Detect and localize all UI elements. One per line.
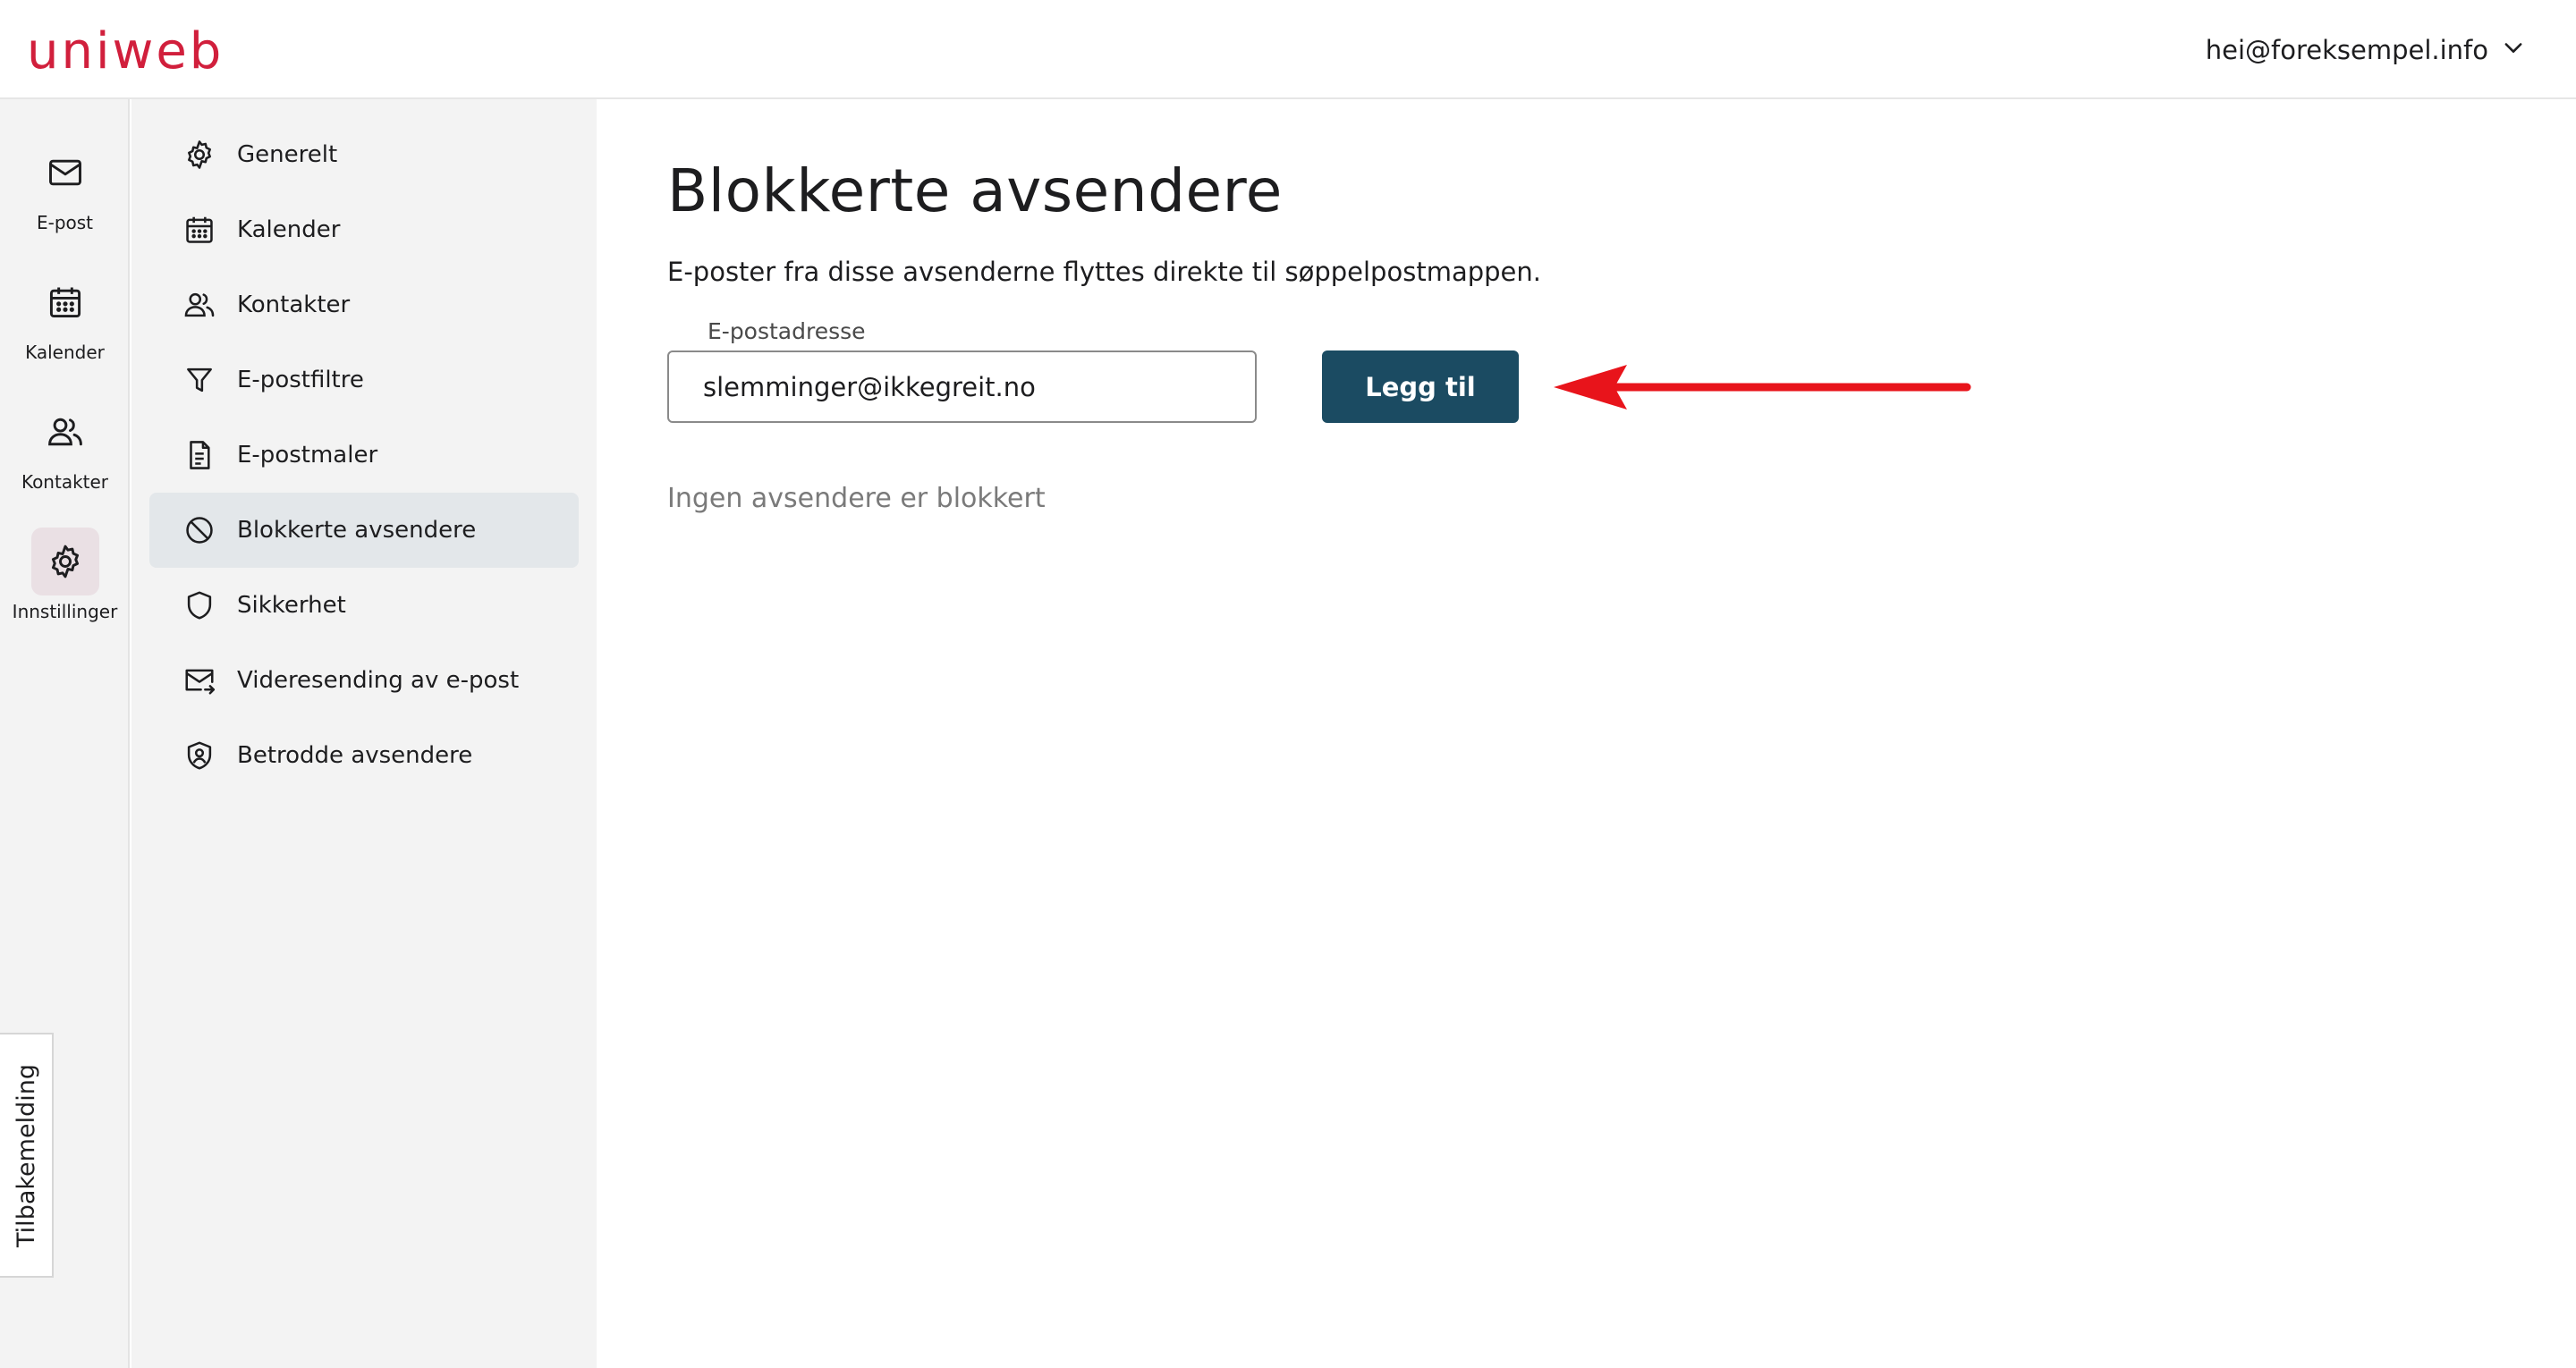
- rail-item-contacts[interactable]: Kontakter: [0, 389, 130, 514]
- nav-item-label: Videresending av e-post: [237, 667, 520, 694]
- top-bar: uniweb hei@foreksempel.info: [0, 0, 2576, 99]
- empty-state-message: Ingen avsendere er blokkert: [667, 483, 1046, 514]
- block-icon: [182, 512, 217, 548]
- uniweb-logo[interactable]: uniweb: [27, 20, 224, 84]
- nav-item-email-filters[interactable]: E-postfiltre: [149, 342, 579, 418]
- nav-item-label: Kontakter: [237, 291, 351, 318]
- main-content: Blokkerte avsendere E-poster fra disse a…: [597, 99, 2576, 1368]
- nav-item-label: Sikkerhet: [237, 592, 346, 619]
- nav-item-email-forwarding[interactable]: Videresending av e-post: [149, 643, 579, 718]
- contacts-icon: [31, 398, 99, 466]
- calendar-icon: [182, 212, 217, 248]
- chevron-down-icon: [2501, 35, 2526, 66]
- nav-item-label: E-postmaler: [237, 442, 378, 469]
- gear-icon: [182, 137, 217, 173]
- annotation-arrow-icon: [1554, 365, 1971, 410]
- filter-icon: [182, 362, 217, 398]
- page-title: Blokkerte avsendere: [667, 156, 1283, 225]
- feedback-label: Tilbakemelding: [12, 1063, 40, 1247]
- email-field-label: E-postadresse: [702, 318, 871, 344]
- calendar-icon: [31, 268, 99, 336]
- contacts-icon: [182, 287, 217, 323]
- rail-item-settings[interactable]: Innstillinger: [0, 519, 130, 644]
- nav-item-label: E-postfiltre: [237, 367, 364, 393]
- rail-item-label: E-post: [36, 212, 94, 233]
- nav-item-contacts[interactable]: Kontakter: [149, 267, 579, 342]
- nav-item-blocked-senders[interactable]: Blokkerte avsendere: [149, 493, 579, 568]
- nav-item-trusted-senders[interactable]: Betrodde avsendere: [149, 718, 579, 793]
- mail-icon: [31, 139, 99, 207]
- account-menu[interactable]: hei@foreksempel.info: [2206, 27, 2526, 73]
- nav-item-security[interactable]: Sikkerhet: [149, 568, 579, 643]
- shield-user-icon: [182, 738, 217, 773]
- rail-item-label: Innstillinger: [12, 601, 118, 622]
- document-icon: [182, 437, 217, 473]
- nav-item-label: Blokkerte avsendere: [237, 517, 477, 544]
- nav-item-email-templates[interactable]: E-postmaler: [149, 418, 579, 493]
- settings-sidebar: Generelt Kalender Kontakter E-postfiltre…: [131, 99, 597, 1368]
- rail-item-email[interactable]: E-post: [0, 130, 130, 255]
- rail-item-label: Kontakter: [21, 471, 109, 493]
- add-button[interactable]: Legg til: [1322, 350, 1519, 423]
- nav-item-label: Kalender: [237, 216, 341, 243]
- nav-item-calendar[interactable]: Kalender: [149, 192, 579, 267]
- email-address-input[interactable]: [667, 350, 1257, 423]
- nav-item-label: Generelt: [237, 141, 338, 168]
- rail-item-label: Kalender: [25, 342, 105, 363]
- gear-icon: [30, 528, 99, 595]
- mail-forward-icon: [182, 663, 217, 698]
- nav-item-label: Betrodde avsendere: [237, 742, 473, 769]
- account-email: hei@foreksempel.info: [2205, 35, 2488, 65]
- rail-item-calendar[interactable]: Kalender: [0, 259, 130, 384]
- page-description: E-poster fra disse avsenderne flyttes di…: [667, 257, 1541, 287]
- nav-item-general[interactable]: Generelt: [149, 117, 579, 192]
- shield-icon: [182, 587, 217, 623]
- feedback-tab[interactable]: Tilbakemelding: [0, 1033, 54, 1278]
